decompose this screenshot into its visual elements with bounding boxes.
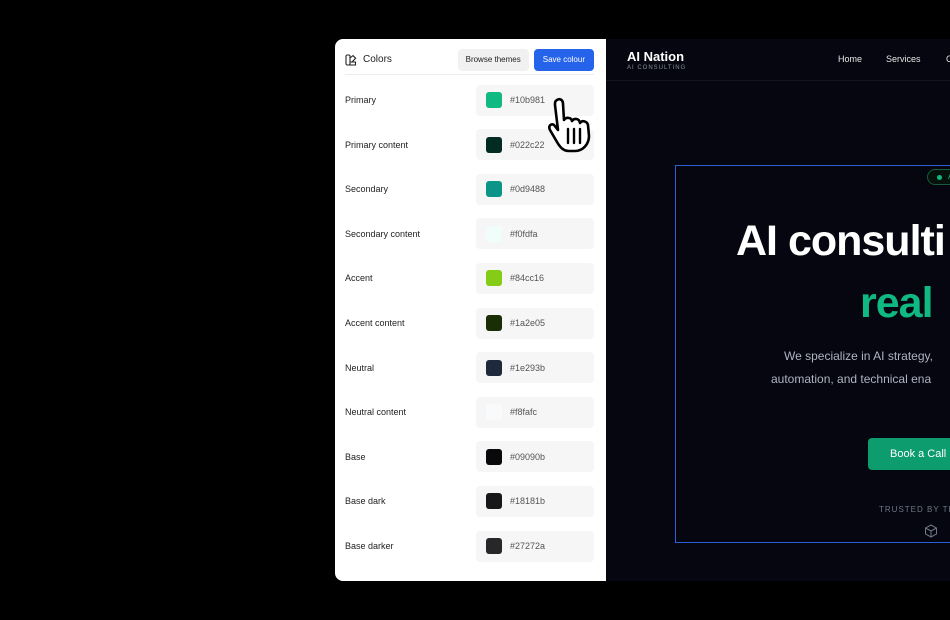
color-input-secondary-content[interactable]: #f0fdfa [476, 218, 594, 250]
browse-themes-button[interactable]: Browse themes [457, 48, 529, 71]
nav-link-home[interactable]: Home [838, 54, 862, 64]
panel-title: Colors [363, 54, 392, 65]
color-row-base-darker: Base darker #27272a [345, 530, 594, 562]
color-hex-value: #1e293b [510, 362, 546, 373]
hand-pointer-cursor-icon [548, 97, 591, 153]
color-swatch[interactable] [486, 225, 502, 242]
color-input-base-darker[interactable]: #27272a [476, 530, 594, 562]
color-row-base: Base #09090b [345, 441, 594, 473]
panel-header: Colors Browse themes Save colour [345, 45, 594, 75]
color-swatch[interactable] [486, 404, 502, 421]
color-input-secondary[interactable]: #0d9488 [476, 173, 594, 205]
color-input-base[interactable]: #09090b [476, 441, 594, 473]
color-label: Primary content [345, 139, 409, 150]
trusted-by-label: TRUSTED BY TE [879, 505, 950, 514]
hero-description-line-2: automation, and technical ena [771, 372, 932, 386]
color-swatch[interactable] [486, 136, 502, 153]
color-hex-value: #022c22 [510, 139, 545, 150]
color-row-accent-content: Accent content #1a2e05 [345, 307, 594, 339]
cube-icon [925, 524, 937, 538]
color-row-secondary-content: Secondary content #f0fdfa [345, 218, 594, 250]
color-hex-value: #18181b [510, 496, 546, 507]
save-colour-button[interactable]: Save colour [533, 48, 594, 71]
nav-link-more[interactable]: C [946, 54, 950, 64]
color-label: Secondary content [345, 228, 421, 239]
hero-title: AI consulti [736, 217, 946, 265]
color-label: Secondary [345, 184, 389, 195]
color-hex-value: #f0fdfa [510, 228, 538, 239]
hero-badge: A [927, 169, 950, 185]
color-row-neutral-content: Neutral content #f8fafc [345, 396, 594, 428]
site-brand-subtitle: AI CONSULTING [627, 65, 687, 71]
color-label: Accent [345, 273, 373, 284]
site-navbar: AI Nation AI CONSULTING Home Services C [606, 39, 950, 81]
color-swatch[interactable] [486, 270, 502, 287]
color-hex-value: #1a2e05 [510, 318, 546, 328]
color-swatch[interactable] [486, 181, 502, 198]
color-row-accent: Accent #84cc16 [345, 262, 594, 294]
color-hex-value: #09090b [510, 451, 546, 462]
color-swatch[interactable] [486, 538, 502, 554]
color-label: Primary [345, 95, 376, 105]
book-a-call-button[interactable]: Book a Call [868, 438, 950, 470]
color-input-accent-content[interactable]: #1a2e05 [476, 307, 594, 339]
color-input-neutral-content[interactable]: #f8fafc [476, 396, 594, 428]
color-swatch[interactable] [486, 359, 502, 376]
color-label: Neutral [345, 362, 375, 373]
color-label: Base darker [345, 541, 394, 551]
color-input-accent[interactable]: #84cc16 [476, 262, 594, 294]
color-label: Accent content [345, 318, 405, 328]
status-dot-icon [937, 175, 942, 180]
color-input-neutral[interactable]: #1e293b [476, 352, 594, 384]
color-swatch[interactable] [486, 92, 502, 108]
nav-link-services[interactable]: Services [886, 54, 921, 64]
color-swatch[interactable] [486, 448, 502, 465]
color-hex-value: #0d9488 [510, 184, 546, 195]
color-row-base-dark: Base dark #18181b [345, 485, 594, 517]
hero-description-line-1: We specialize in AI strategy, [784, 349, 933, 363]
hero-title-accent: real [860, 279, 934, 327]
color-hex-value: #f8fafc [510, 407, 538, 418]
color-label: Base [345, 451, 366, 462]
color-input-base-dark[interactable]: #18181b [476, 485, 594, 517]
color-hex-value: #27272a [510, 541, 546, 551]
color-swatch[interactable] [486, 493, 502, 510]
color-hex-value: #84cc16 [510, 273, 545, 284]
color-hex-value: #10b981 [510, 95, 546, 105]
color-label: Neutral content [345, 407, 407, 418]
color-row-neutral: Neutral #1e293b [345, 352, 594, 384]
palette-icon [345, 53, 357, 66]
header-divider [345, 74, 594, 75]
site-preview: AI Nation AI CONSULTING Home Services C … [606, 39, 950, 581]
color-swatch[interactable] [486, 315, 502, 331]
color-label: Base dark [345, 496, 386, 507]
color-row-secondary: Secondary #0d9488 [345, 173, 594, 205]
site-brand[interactable]: AI Nation [627, 49, 684, 64]
